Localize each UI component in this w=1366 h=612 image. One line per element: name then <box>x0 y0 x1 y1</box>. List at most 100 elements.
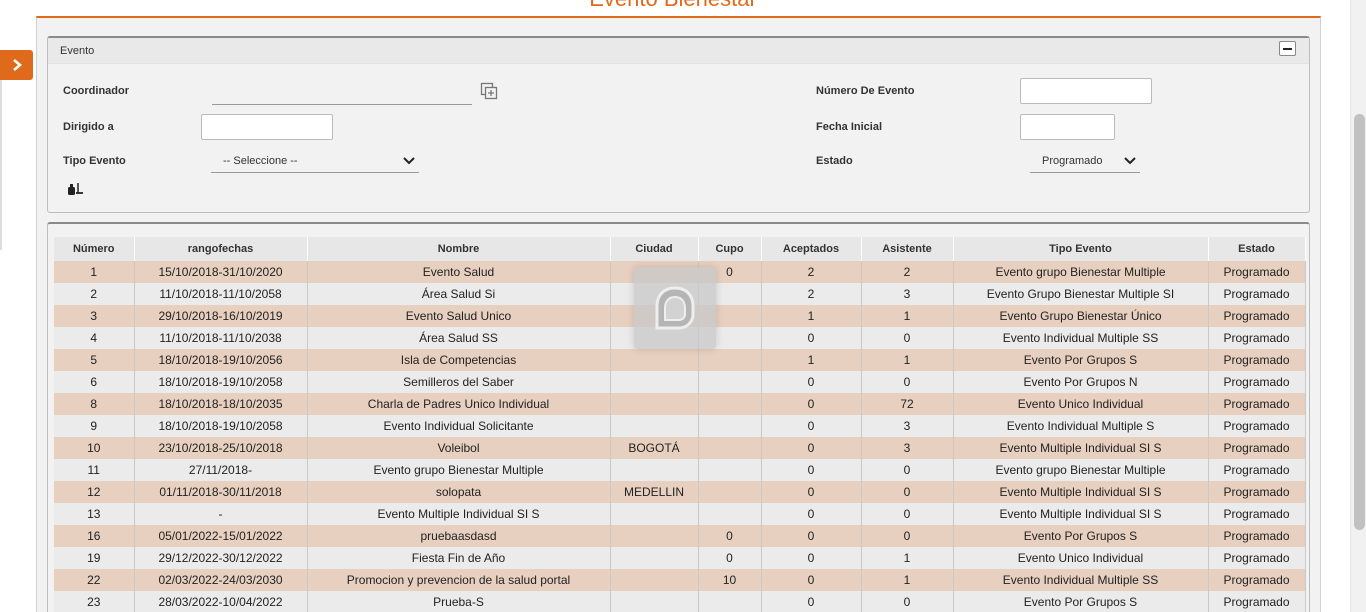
cell-rangofechas: 18/10/2018-19/10/2058 <box>134 415 308 437</box>
cell-estado: Programado <box>1208 371 1306 393</box>
cell-numero: 22 <box>54 569 135 591</box>
coordinador-search-button[interactable] <box>480 82 498 100</box>
table-row[interactable]: 11 27/11/2018- Evento grupo Bienestar Mult… <box>54 459 1306 481</box>
cell-nombre: Evento Multiple Individual SI S <box>307 503 611 525</box>
cell-estado: Programado <box>1208 437 1306 459</box>
loading-logo-icon <box>655 286 695 330</box>
cell-cupo <box>698 349 762 371</box>
coordinador-input[interactable] <box>212 85 472 105</box>
cell-tipo-evento: Evento Unico Individual <box>953 547 1209 569</box>
column-header-cupo[interactable]: Cupo <box>698 237 762 261</box>
cell-numero: 2 <box>54 283 135 305</box>
cell-cupo <box>698 481 762 503</box>
table-row[interactable]: 16 05/01/2022-15/01/2022 pruebaasdasd 0 0 0 Ev… <box>54 525 1306 547</box>
cell-estado: Programado <box>1208 525 1306 547</box>
cell-nombre: Fiesta Fin de Año <box>307 547 611 569</box>
cell-rangofechas: 29/10/2018-16/10/2019 <box>134 305 308 327</box>
column-header-rangofechas[interactable]: rangofechas <box>134 237 308 261</box>
cell-ciudad: BOGOTÁ <box>610 437 699 459</box>
cell-aceptados: 2 <box>761 283 862 305</box>
fecha-inicial-input[interactable] <box>1020 114 1115 140</box>
tipo-evento-selected: -- Seleccione -- <box>223 154 298 167</box>
cell-aceptados: 0 <box>761 393 862 415</box>
scrollbar-thumb[interactable] <box>1354 114 1365 530</box>
table-row[interactable]: 23 28/03/2022-10/04/2022 Prueba-S 0 0 Evento … <box>54 591 1306 612</box>
table-row[interactable]: 10 23/10/2018-25/10/2018 Voleibol BOGOTÁ 0 3 E… <box>54 437 1306 459</box>
cell-asistente: 1 <box>861 569 954 591</box>
cell-cupo <box>698 503 762 525</box>
cell-asistente: 0 <box>861 591 954 612</box>
cell-numero: 5 <box>54 349 135 371</box>
cell-nombre: Evento Individual Solicitante <box>307 415 611 437</box>
cell-numero: 9 <box>54 415 135 437</box>
estado-select[interactable]: Programado <box>1030 149 1140 173</box>
cell-aceptados: 0 <box>761 569 862 591</box>
page-title: Evento Bienestar <box>0 0 1346 12</box>
sidebar-toggle-button[interactable] <box>0 50 33 80</box>
cell-ciudad <box>610 393 699 415</box>
collapse-panel-button[interactable] <box>1279 41 1296 56</box>
table-row[interactable]: 19 29/12/2022-30/12/2022 Fiesta Fin de Año… <box>54 547 1306 569</box>
cell-asistente: 0 <box>861 371 954 393</box>
cell-numero: 11 <box>54 459 135 481</box>
cell-numero: 12 <box>54 481 135 503</box>
cell-numero: 3 <box>54 305 135 327</box>
table-row[interactable]: 9 18/10/2018-19/10/2058 Evento Individual … <box>54 415 1306 437</box>
table-row[interactable]: 22 02/03/2022-24/03/2030 Promocion y preve… <box>54 569 1306 591</box>
cell-estado: Programado <box>1208 327 1306 349</box>
cell-numero: 23 <box>54 591 135 612</box>
table-row[interactable]: 12 01/11/2018-30/11/2018 solopata MEDELLIN 0… <box>54 481 1306 503</box>
cell-estado: Programado <box>1208 349 1306 371</box>
cell-nombre: pruebaasdasd <box>307 525 611 547</box>
dirigido-input[interactable] <box>201 114 333 140</box>
cell-nombre: Isla de Competencias <box>307 349 611 371</box>
column-header-aceptados[interactable]: Aceptados <box>761 237 862 261</box>
cell-estado: Programado <box>1208 591 1306 612</box>
cell-rangofechas: 11/10/2018-11/10/2058 <box>134 283 308 305</box>
cell-aceptados: 0 <box>761 525 862 547</box>
numero-evento-input[interactable] <box>1020 78 1152 104</box>
minus-icon <box>1283 47 1292 50</box>
column-header-estado[interactable]: Estado <box>1208 237 1306 261</box>
cell-asistente: 0 <box>861 459 954 481</box>
cell-nombre: Prueba-S <box>307 591 611 612</box>
clear-filters-button[interactable] <box>66 181 84 197</box>
table-row[interactable]: 13- Evento Multiple Individual SI S 0 0 Even… <box>54 503 1306 525</box>
column-header-numero[interactable]: Número <box>54 237 135 261</box>
cell-ciudad <box>610 415 699 437</box>
cell-ciudad <box>610 503 699 525</box>
cell-estado: Programado <box>1208 283 1306 305</box>
numero-evento-label: Número De Evento <box>816 85 915 97</box>
cell-rangofechas: 05/01/2022-15/01/2022 <box>134 525 308 547</box>
cell-nombre: Área Salud SS <box>307 327 611 349</box>
chevron-down-icon <box>1124 156 1136 164</box>
cell-estado: Programado <box>1208 459 1306 481</box>
evento-panel-title: Evento <box>60 45 95 57</box>
column-header-ciudad[interactable]: Ciudad <box>610 237 699 261</box>
cell-ciudad <box>610 371 699 393</box>
tipo-evento-select[interactable]: -- Seleccione -- <box>211 149 419 173</box>
cell-aceptados: 0 <box>761 503 862 525</box>
cell-ciudad: MEDELLIN <box>610 481 699 503</box>
cell-ciudad <box>610 569 699 591</box>
cell-tipo-evento: Evento Por Grupos S <box>953 525 1209 547</box>
column-header-asistente[interactable]: Asistente <box>861 237 954 261</box>
cell-aceptados: 1 <box>761 349 862 371</box>
cell-asistente: 3 <box>861 437 954 459</box>
cell-estado: Programado <box>1208 503 1306 525</box>
cell-ciudad <box>610 459 699 481</box>
column-header-tipo-evento[interactable]: Tipo Evento <box>953 237 1209 261</box>
table-row[interactable]: 6 18/10/2018-19/10/2058 Semilleros del Sab… <box>54 371 1306 393</box>
estado-label: Estado <box>816 155 853 167</box>
page-scrollbar[interactable] <box>1350 0 1366 612</box>
table-row[interactable]: 8 18/10/2018-18/10/2035 Charla de Padres U… <box>54 393 1306 415</box>
cell-rangofechas: 27/11/2018- <box>134 459 308 481</box>
cell-estado: Programado <box>1208 415 1306 437</box>
table-header-row: Número rangofechas Nombre Ciudad Cupo Aceptad… <box>54 237 1306 261</box>
column-header-nombre[interactable]: Nombre <box>307 237 611 261</box>
cell-tipo-evento: Evento Unico Individual <box>953 393 1209 415</box>
cell-asistente: 1 <box>861 547 954 569</box>
cell-rangofechas: 23/10/2018-25/10/2018 <box>134 437 308 459</box>
table-row[interactable]: 5 18/10/2018-19/10/2056 Isla de Competenci… <box>54 349 1306 371</box>
cell-aceptados: 0 <box>761 591 862 612</box>
